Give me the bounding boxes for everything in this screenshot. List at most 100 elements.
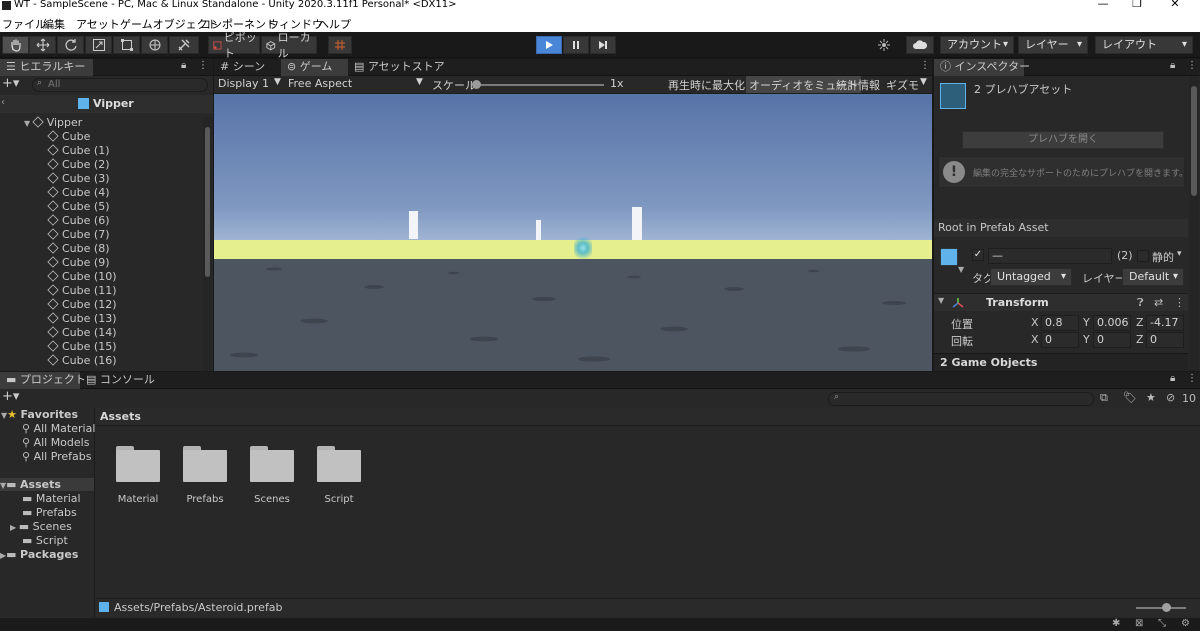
custom-tool-button[interactable] [169,36,199,54]
pivot-toggle[interactable]: ピボット [208,31,260,60]
lock-icon[interactable]: 🔒︎ [1170,60,1175,71]
tag-dropdown[interactable]: Untagged [990,268,1072,286]
inspector-scrollbar[interactable] [1189,76,1199,371]
gameobject-name-field[interactable]: — [988,248,1112,264]
account-dropdown[interactable]: アカウント [940,36,1014,54]
scale-slider-track[interactable] [474,84,604,86]
cloud-button[interactable] [906,36,934,54]
filter-type-icon[interactable]: ⧉ [1100,391,1108,405]
tab-game[interactable]: ⊜ ゲーム [281,59,348,76]
scrollbar-thumb[interactable] [205,127,210,277]
assets-folder[interactable]: ▼▬ Assets [0,478,94,491]
panel-menu-icon[interactable]: ⋮ [1187,373,1197,384]
open-prefab-button[interactable]: プレハブを開く [962,131,1164,149]
network-icon[interactable]: ⊠ [1135,618,1143,629]
hidden-packages-icon[interactable]: ⊘ [1166,391,1175,404]
transform-header[interactable]: ▼ Transform ❓︎ ⇄ ⋮ [934,293,1188,311]
presets-icon[interactable]: ⇄ [1154,296,1163,309]
rect-tool-button[interactable] [113,36,140,54]
icon-size-slider-track[interactable] [1136,607,1186,609]
panel-menu-icon[interactable]: ⋮ [198,60,208,71]
back-arrow-icon[interactable]: ‹ [1,97,5,108]
auto-generate-lighting-icon[interactable]: ✱ [1112,618,1120,629]
asset-folder-item[interactable]: ▶ ▬ Scenes [10,520,72,533]
grid-snap-button[interactable] [328,36,352,54]
play-button[interactable] [536,36,562,54]
tab-asset-store[interactable]: ▤ アセットストア [348,59,445,76]
favorite-star-icon[interactable]: ★ [1146,391,1156,404]
hierarchy-search-input[interactable]: ⌕ All [32,78,208,92]
hand-tool-button[interactable] [2,36,29,54]
favorite-item[interactable]: ⚲ All Material [22,422,95,435]
tab-scene[interactable]: # シーン [214,59,281,76]
layers-dropdown[interactable]: レイヤー [1018,36,1088,54]
component-menu-icon[interactable]: ⋮ [1174,296,1185,309]
lock-icon[interactable]: 🔒︎ [181,60,186,71]
favorite-item[interactable]: ⚲ All Prefabs [22,450,92,463]
create-add-button[interactable]: +▾ [2,76,19,91]
position-y-field[interactable]: 0.006 [1093,315,1131,331]
rotation-y-field[interactable]: 0 [1093,332,1131,348]
project-search-input[interactable]: ⌕ [828,392,1094,406]
settings-icon[interactable]: ⚙ [1181,618,1190,629]
menu-assets[interactable]: アセット [76,16,120,32]
local-toggle[interactable]: ローカル [261,31,317,60]
rotate-tool-button[interactable] [57,36,84,54]
tab-inspector[interactable]: ⓘ インスペクター [934,59,1030,76]
aspect-dropdown[interactable]: Free Aspect [288,77,352,90]
active-checkbox[interactable]: ✓ [972,249,984,261]
gizmos-toggle[interactable]: ギズモ [886,77,919,93]
icon-size-slider-handle[interactable] [1162,603,1171,612]
menu-file[interactable]: ファイル [2,16,46,32]
asset-folder-item[interactable]: ▬ Script [22,534,68,547]
minimize-button[interactable]: — [1096,0,1110,10]
collab-icon[interactable]: ⤡ [1158,618,1166,629]
rotation-z-field[interactable]: 0 [1146,332,1184,348]
move-tool-button[interactable] [29,36,56,54]
hierarchy-scrollbar[interactable] [203,117,212,371]
folder-tile-icon[interactable] [116,446,160,482]
scale-tool-button[interactable] [85,36,112,54]
tab-hierarchy[interactable]: ☰ ヒエラルキー [0,59,93,76]
scrollbar-thumb[interactable] [1191,86,1197,196]
collapse-arrow-icon[interactable]: ▼ [938,296,944,305]
panel-menu-icon[interactable]: ⋮ [920,60,930,71]
packages-folder[interactable]: ▶▬ Packages [0,548,78,561]
tab-project[interactable]: ▬ プロジェクト [0,372,86,389]
position-z-field[interactable]: -4.17 [1146,315,1184,331]
pause-button[interactable] [563,36,589,54]
scale-slider-handle[interactable] [472,80,481,89]
lock-icon[interactable]: 🔒︎ [1170,373,1175,384]
hierarchy-root-item[interactable]: ▼ Vipper [24,116,227,130]
menu-help[interactable]: ヘルプ [318,16,351,32]
favorites-folder[interactable]: ▼★ Favorites [1,408,78,421]
static-dropdown-arrow-icon[interactable]: ▾ [1177,249,1182,259]
rotation-x-field[interactable]: 0 [1041,332,1079,348]
display-dropdown[interactable]: Display 1 [218,77,269,90]
static-checkbox[interactable] [1137,250,1149,262]
services-button[interactable] [872,36,896,54]
panel-menu-icon[interactable]: ⋮ [1187,60,1197,71]
position-x-field[interactable]: 0.8 [1041,315,1079,331]
icon-dropdown-arrow-icon[interactable]: ▼ [958,265,964,274]
favorite-item[interactable]: ⚲ All Models [22,436,89,449]
layer-dropdown[interactable]: Default [1122,268,1184,286]
asset-folder-item[interactable]: ▬ Material [22,492,81,505]
folder-tile-icon[interactable] [183,446,227,482]
transform-tool-button[interactable] [141,36,168,54]
close-button[interactable]: ✕ [1168,0,1182,10]
menu-edit[interactable]: 編集 [43,16,65,32]
help-icon[interactable]: ❓︎ [1137,296,1144,310]
maximize-button[interactable]: ❐ [1130,0,1144,10]
maximize-on-play-toggle[interactable]: 再生時に最大化 [668,77,745,93]
folder-tile-icon[interactable] [250,446,294,482]
filter-label-icon[interactable]: 🏷︎ [1123,391,1137,404]
breadcrumb-assets[interactable]: Assets [100,410,141,423]
step-button[interactable] [590,36,616,54]
asset-folder-item[interactable]: ▬ Prefabs [22,506,77,519]
stats-toggle[interactable]: 統計情報 [836,77,880,93]
layout-dropdown[interactable]: レイアウト [1095,36,1193,54]
create-add-button[interactable]: +▾ [2,389,19,404]
tab-console[interactable]: ▤ コンソール [80,372,160,389]
folder-tile-icon[interactable] [317,446,361,482]
